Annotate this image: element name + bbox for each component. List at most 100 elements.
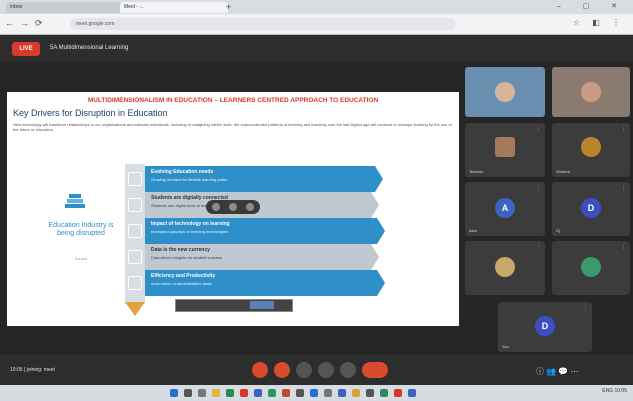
band-arrow	[371, 244, 379, 270]
address-bar-row: ←→⟳ meet.google.com ☆ ◧ ⋮	[0, 14, 633, 35]
stop-icon[interactable]	[246, 203, 254, 211]
system-tray[interactable]: ENG 10:05	[602, 388, 627, 394]
task-view-icon[interactable]	[198, 389, 206, 397]
search-icon[interactable]	[184, 389, 192, 397]
participant-tile[interactable]: ⋮	[552, 241, 630, 295]
settings-icon[interactable]	[296, 389, 304, 397]
powerpoint-icon[interactable]	[282, 389, 290, 397]
meeting-info: 10:05 | joining: meet	[10, 367, 55, 373]
pencil-tip	[125, 302, 145, 316]
band-arrow	[375, 166, 383, 192]
mail-icon[interactable]	[310, 389, 318, 397]
more-icon[interactable]: ⋮	[536, 126, 541, 132]
driver-band: Evolving Education needs Growing demand …	[145, 166, 383, 192]
participant-tile[interactable]	[465, 67, 545, 117]
more-icon[interactable]: ⋮	[621, 126, 626, 132]
slide-title: Key Drivers for Disruption in Education	[13, 108, 168, 118]
meeting-side-controls[interactable]: ⓘ 👥 💬 ⋯	[536, 366, 579, 377]
leave-call-button[interactable]	[362, 362, 388, 378]
pointer-icon[interactable]	[229, 203, 237, 211]
browser-tab-2[interactable]: Meet - ...	[120, 2, 228, 13]
mic-icon[interactable]	[212, 203, 220, 211]
participant-tile[interactable]	[552, 67, 630, 117]
url-field[interactable]: meet.google.com	[70, 18, 456, 30]
participant-tile[interactable]: Student ⋮	[552, 123, 630, 177]
participant-name: Alan	[469, 228, 478, 233]
participant-tile[interactable]: ⋮	[465, 241, 545, 295]
driver-band-text: Automation of administrative tasks	[151, 281, 212, 286]
presenting-bar[interactable]	[175, 299, 293, 312]
students-connected-icon	[128, 198, 142, 212]
more-icon[interactable]: ⋮	[621, 244, 626, 250]
band-arrow	[377, 218, 385, 244]
participant-avatar: A	[495, 198, 515, 218]
data-currency-icon	[128, 250, 142, 264]
photos-icon[interactable]	[352, 389, 360, 397]
excel-icon[interactable]	[268, 389, 276, 397]
stop-presenting-button[interactable]	[250, 301, 274, 309]
app-icon[interactable]	[394, 389, 402, 397]
word-icon[interactable]	[254, 389, 262, 397]
self-name: You	[502, 344, 509, 349]
microphone-button[interactable]	[252, 362, 268, 378]
slide-description: New technology will transform relationsh…	[13, 122, 452, 132]
camera-button[interactable]	[274, 362, 290, 378]
edge-icon[interactable]	[226, 389, 234, 397]
slide-overlay-toolbar[interactable]	[206, 200, 260, 214]
present-button[interactable]	[318, 362, 334, 378]
new-tab-button[interactable]: +	[226, 2, 231, 13]
more-icon[interactable]: ⋮	[536, 185, 541, 191]
app-icon[interactable]	[366, 389, 374, 397]
more-icon[interactable]: ⋮	[621, 185, 626, 191]
participant-avatar	[495, 137, 515, 157]
caption-source: Source	[74, 256, 88, 261]
more-icon[interactable]: ⋮	[536, 244, 541, 250]
self-avatar: D	[535, 316, 555, 336]
driver-band: Data is the new currency Data-driven ins…	[145, 244, 379, 270]
driver-band-title: Efficiency and Productivity	[151, 273, 216, 279]
captions-button[interactable]	[296, 362, 312, 378]
file-explorer-icon[interactable]	[212, 389, 220, 397]
books-icon	[65, 194, 85, 208]
efficiency-icon	[128, 276, 142, 290]
participant-name: Dj	[556, 228, 560, 233]
app-icon[interactable]	[380, 389, 388, 397]
driver-band: Efficiency and Productivity Automation o…	[145, 270, 385, 296]
participant-tile[interactable]: A Alan ⋮	[465, 182, 545, 236]
participant-avatar	[581, 82, 601, 102]
technology-impact-icon	[128, 224, 142, 238]
store-icon[interactable]	[324, 389, 332, 397]
participant-tile[interactable]: D Dj ⋮	[552, 182, 630, 236]
education-disrupted-caption: Education Industry is being disrupted	[48, 222, 114, 237]
driver-band-text: Growing demand for flexible learning pat…	[151, 177, 228, 182]
driver-band-title: Data is the new currency	[151, 247, 210, 253]
participant-avatar	[581, 137, 601, 157]
band-arrow	[371, 192, 379, 218]
participant-avatar	[495, 82, 515, 102]
band-arrow	[377, 270, 385, 296]
participant-avatar	[495, 257, 515, 277]
driver-band-title: Evolving Education needs	[151, 169, 214, 175]
teams-icon[interactable]	[338, 389, 346, 397]
participant-name: Student	[556, 169, 570, 174]
more-options-button[interactable]	[340, 362, 356, 378]
participant-tile[interactable]: Teacher ⋮	[465, 123, 545, 177]
driver-band: Impact of technology on learning Increas…	[145, 218, 385, 244]
driver-band-title: Impact of technology on learning	[151, 221, 230, 227]
meeting-title: 5A Multidimensional Learning	[50, 45, 129, 51]
extension-icons[interactable]: ☆ ◧ ⋮	[573, 18, 625, 27]
more-icon[interactable]: ⋮	[583, 305, 588, 311]
start-icon[interactable]	[170, 389, 178, 397]
participant-avatar: D	[581, 198, 601, 218]
browser-tab-1[interactable]: Inbox	[6, 2, 122, 13]
slide-banner: MULTIDIMENSIONALISM IN EDUCATION – LEARN…	[87, 97, 379, 104]
live-badge: LIVE	[12, 42, 40, 56]
self-view-tile[interactable]: D You ⋮	[498, 302, 592, 352]
window-controls[interactable]: – ▢ ✕	[557, 2, 627, 10]
browser-tab-strip: Inbox Meet - ... + – ▢ ✕	[0, 0, 633, 14]
app-icon[interactable]	[408, 389, 416, 397]
education-needs-icon	[128, 172, 142, 186]
participant-avatar	[581, 257, 601, 277]
nav-buttons[interactable]: ←→⟳	[5, 18, 49, 29]
chrome-icon[interactable]	[240, 389, 248, 397]
